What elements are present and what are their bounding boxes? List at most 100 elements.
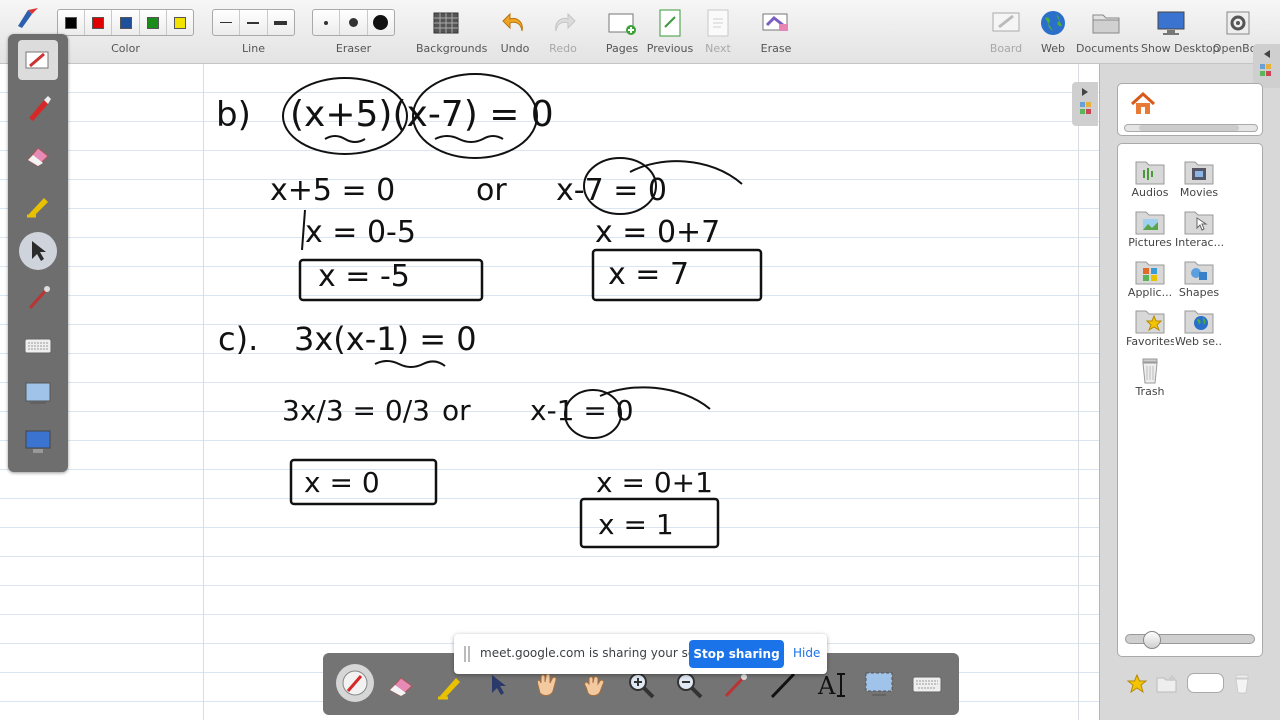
color-swatch-red[interactable]	[85, 10, 113, 35]
keyboard-icon[interactable]	[908, 665, 946, 705]
library-item-audios[interactable]: Audios	[1126, 156, 1174, 199]
next-button[interactable]: Next	[688, 4, 748, 60]
c-answer-right: x = 1	[598, 508, 674, 541]
favorites-folder-icon	[1134, 305, 1166, 335]
home-icon[interactable]	[1130, 91, 1156, 120]
b-answer-left: x = -5	[318, 259, 410, 294]
problem-c-equation: 3x(x-1) = 0	[294, 320, 477, 358]
redo-button[interactable]: Redo	[533, 4, 593, 60]
c-step1-left: 3x/3 = 0/3	[282, 394, 430, 427]
library-search-field[interactable]	[1187, 673, 1224, 693]
c-step1-right: x-1 = 0	[530, 394, 634, 427]
color-swatch-black[interactable]	[58, 10, 86, 35]
library-item-trash[interactable]: Trash	[1126, 355, 1174, 398]
b-step1-right: x-7 = 0	[556, 173, 667, 208]
application-folder-icon	[1134, 256, 1166, 286]
web-button[interactable]: Web	[1023, 4, 1083, 60]
eraser-large-button[interactable]	[368, 10, 394, 35]
top-toolbar: Color Line Eraser Backgrounds Undo Redo …	[0, 0, 1280, 64]
b-step2-left: x = 0-5	[305, 215, 416, 250]
capture-icon[interactable]	[860, 665, 898, 705]
marker-icon[interactable]	[18, 88, 58, 128]
redo-arrow-icon	[533, 4, 593, 42]
c-or-word: or	[442, 394, 471, 427]
globe-icon	[1023, 4, 1083, 42]
library-item-pictures[interactable]: Pictures	[1126, 206, 1174, 249]
problem-c-label: c).	[218, 320, 258, 358]
show-desktop-button[interactable]: Show Desktop	[1141, 4, 1220, 60]
library-item-favorites[interactable]: Favorites	[1126, 305, 1174, 348]
library-item-web-search[interactable]: Web se...	[1175, 305, 1223, 348]
library-item-interactive[interactable]: Interac...	[1175, 206, 1223, 249]
screen-share-notice: meet.google.com is sharing your screen. …	[454, 634, 827, 674]
backgrounds-button[interactable]: Backgrounds	[416, 4, 487, 60]
hide-button[interactable]: Hide	[793, 646, 820, 660]
line-width-selector	[212, 9, 295, 36]
library-content: Audios Movies Pictures Interac... Applic…	[1117, 143, 1263, 657]
laser-pointer-icon[interactable]	[18, 278, 58, 318]
documents-button[interactable]: Documents	[1076, 4, 1139, 60]
library-collapse-tab[interactable]	[1253, 44, 1280, 88]
color-selector	[57, 9, 194, 36]
handwriting-layer: b) (x+5)(x-7) = 0 x+5 = 0 or x-7 = 0 x =…	[216, 73, 763, 549]
line-label: Line	[242, 42, 265, 55]
library-item-applications[interactable]: Applic...	[1126, 256, 1174, 299]
audio-folder-icon	[1134, 156, 1166, 186]
color-swatch-green[interactable]	[140, 10, 167, 35]
b-step1-left: x+5 = 0	[270, 173, 395, 208]
library-scrollbar[interactable]	[1124, 124, 1258, 132]
c-step2-right: x = 0+1	[596, 466, 713, 499]
b-or-word: or	[476, 173, 507, 208]
eraser-icon[interactable]	[382, 665, 420, 705]
stop-sharing-button[interactable]: Stop sharing	[689, 640, 784, 668]
picture-folder-icon	[1134, 206, 1166, 236]
capture-icon[interactable]	[18, 374, 58, 414]
new-folder-icon[interactable]	[1156, 674, 1178, 698]
problem-b-equation: (x+5)(x-7) = 0	[290, 94, 554, 135]
left-tool-palette	[8, 34, 68, 472]
line-thin-button[interactable]	[213, 10, 241, 35]
eraser-label: Eraser	[335, 42, 372, 55]
openboard-logo-icon[interactable]	[14, 6, 42, 32]
shapes-folder-icon	[1183, 256, 1215, 286]
svg-text:A: A	[817, 672, 836, 700]
web-search-folder-icon	[1183, 305, 1215, 335]
library-pane-toggle[interactable]	[1072, 82, 1098, 126]
delete-trash-icon[interactable]	[1233, 674, 1251, 698]
color-swatch-yellow[interactable]	[167, 10, 193, 35]
erase-button[interactable]: Erase	[746, 4, 806, 60]
color-swatch-blue[interactable]	[112, 10, 140, 35]
pen-icon[interactable]	[336, 664, 374, 702]
problem-b-label: b)	[216, 95, 251, 135]
line-medium-button[interactable]	[240, 10, 268, 35]
settings-gear-icon	[1208, 4, 1268, 42]
c-answer-left: x = 0	[304, 466, 380, 499]
b-step2-right: x = 0+7	[595, 215, 720, 250]
keyboard-icon[interactable]	[18, 326, 58, 366]
line-thick-button[interactable]	[268, 10, 294, 35]
erase-board-icon	[746, 4, 806, 42]
monitor-icon	[1141, 4, 1201, 42]
pen-icon[interactable]	[18, 40, 58, 80]
b-answer-right: x = 7	[608, 257, 689, 292]
interactive-folder-icon	[1183, 206, 1215, 236]
next-page-icon	[688, 4, 748, 42]
selector-icon[interactable]	[19, 232, 57, 270]
eraser-medium-button[interactable]	[340, 10, 368, 35]
movie-folder-icon	[1183, 156, 1215, 186]
eraser-size-selector	[312, 9, 395, 36]
desktop-icon[interactable]	[18, 422, 58, 462]
library-navigation	[1117, 83, 1263, 136]
library-item-shapes[interactable]: Shapes	[1175, 256, 1223, 299]
add-favorite-star-icon[interactable]	[1126, 673, 1148, 698]
highlighter-icon[interactable]	[18, 184, 58, 224]
library-item-movies[interactable]: Movies	[1175, 156, 1223, 199]
thumbnail-size-slider-handle[interactable]	[1143, 631, 1161, 649]
trash-icon	[1134, 355, 1166, 385]
color-label: Color	[111, 42, 140, 55]
folder-icon	[1076, 4, 1136, 42]
eraser-small-button[interactable]	[313, 10, 341, 35]
drag-handle-icon[interactable]	[464, 646, 470, 662]
backgrounds-grid-icon	[416, 4, 476, 42]
eraser-icon[interactable]	[18, 136, 58, 176]
